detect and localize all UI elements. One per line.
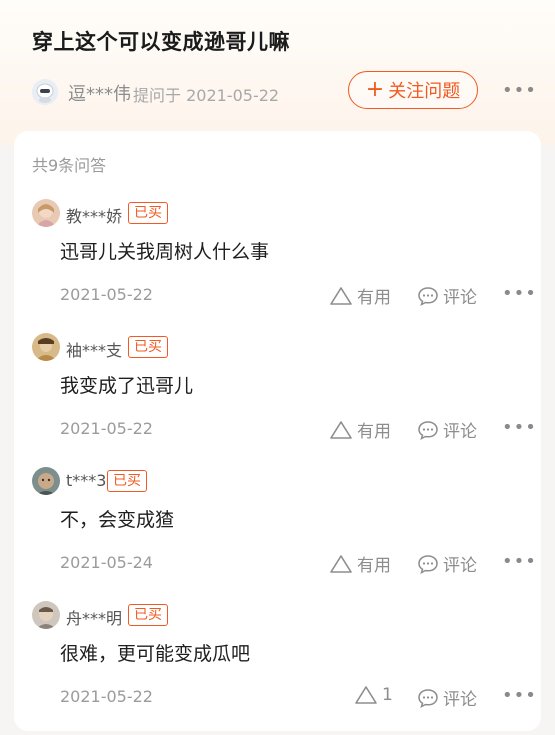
comment-icon <box>418 688 438 708</box>
purchased-badge: 已买 <box>128 202 168 224</box>
answer-user[interactable]: 教***娇 <box>66 203 122 227</box>
answer-text: 我变成了迅哥儿 <box>60 375 194 397</box>
comment-icon <box>418 554 438 574</box>
useful-label: 有用 <box>357 422 391 442</box>
answer-item: 教***娇 已买 迅哥儿关我周树人什么事 2021-05-22 有用 评论 ••… <box>0 199 555 333</box>
asker-avatar[interactable] <box>32 79 58 105</box>
comment-button[interactable]: 评论 <box>417 551 477 576</box>
answer-item: 袖***支 已买 我变成了迅哥儿 2021-05-22 有用 评论 ••• <box>0 333 555 467</box>
useful-label: 有用 <box>357 288 391 308</box>
avatar[interactable] <box>32 467 60 495</box>
asked-date: 提问于 2021-05-22 <box>133 86 280 105</box>
answer-user[interactable]: 袖***支 <box>66 337 122 361</box>
triangle-icon <box>330 420 352 439</box>
answer-text: 很难，更可能变成瓜吧 <box>60 643 251 665</box>
question-header: 穿上这个可以变成逊哥儿嘛 逗***伟 提问于 2021-05-22 + 关注问题… <box>0 0 555 145</box>
comment-icon <box>418 420 438 440</box>
useful-button[interactable]: 有用 <box>329 283 391 308</box>
answer-date: 2021-05-22 <box>60 419 153 438</box>
asker-name[interactable]: 逗***伟 <box>68 80 131 106</box>
follow-question-button[interactable]: + 关注问题 <box>348 71 478 109</box>
avatar[interactable] <box>32 333 60 361</box>
question-more-icon[interactable]: ••• <box>502 80 537 101</box>
question-title: 穿上这个可以变成逊哥儿嘛 <box>32 30 290 54</box>
comment-label: 评论 <box>443 556 477 576</box>
comment-label: 评论 <box>443 422 477 442</box>
purchased-badge: 已买 <box>128 604 168 626</box>
useful-label: 有用 <box>357 556 391 576</box>
answer-date: 2021-05-24 <box>60 553 153 572</box>
answer-text: 不，会变成猹 <box>60 509 175 531</box>
more-icon[interactable]: ••• <box>502 283 537 304</box>
more-icon[interactable]: ••• <box>502 685 537 706</box>
more-icon[interactable]: ••• <box>502 551 537 572</box>
answer-date: 2021-05-22 <box>60 687 153 706</box>
comment-button[interactable]: 评论 <box>417 417 477 442</box>
triangle-icon <box>330 286 352 305</box>
comment-icon <box>418 286 438 306</box>
comment-button[interactable]: 评论 <box>417 685 477 710</box>
comment-label: 评论 <box>443 288 477 308</box>
avatar[interactable] <box>32 601 60 629</box>
purchased-badge: 已买 <box>128 336 168 358</box>
answer-date: 2021-05-22 <box>60 285 153 304</box>
triangle-icon <box>330 554 352 573</box>
comment-button[interactable]: 评论 <box>417 283 477 308</box>
answer-user[interactable]: t***3 <box>66 471 106 490</box>
useful-count: 1 <box>382 685 393 705</box>
answers-count: 共9条问答 <box>32 156 107 175</box>
purchased-badge: 已买 <box>107 470 147 492</box>
answer-text: 迅哥儿关我周树人什么事 <box>60 241 270 263</box>
useful-button[interactable]: 有用 <box>329 417 391 442</box>
plus-icon: + <box>365 77 385 102</box>
more-icon[interactable]: ••• <box>502 417 537 438</box>
answer-user[interactable]: 舟***明 <box>66 605 122 629</box>
useful-button[interactable]: 1 <box>354 685 393 705</box>
triangle-icon <box>355 686 377 704</box>
follow-label: 关注问题 <box>388 81 461 102</box>
answer-item: t***3 已买 不，会变成猹 2021-05-24 有用 评论 ••• <box>0 467 555 601</box>
answer-item: 舟***明 已买 很难，更可能变成瓜吧 2021-05-22 1 评论 ••• <box>0 601 555 735</box>
avatar[interactable] <box>32 199 60 227</box>
comment-label: 评论 <box>443 690 477 710</box>
useful-button[interactable]: 有用 <box>329 551 391 576</box>
